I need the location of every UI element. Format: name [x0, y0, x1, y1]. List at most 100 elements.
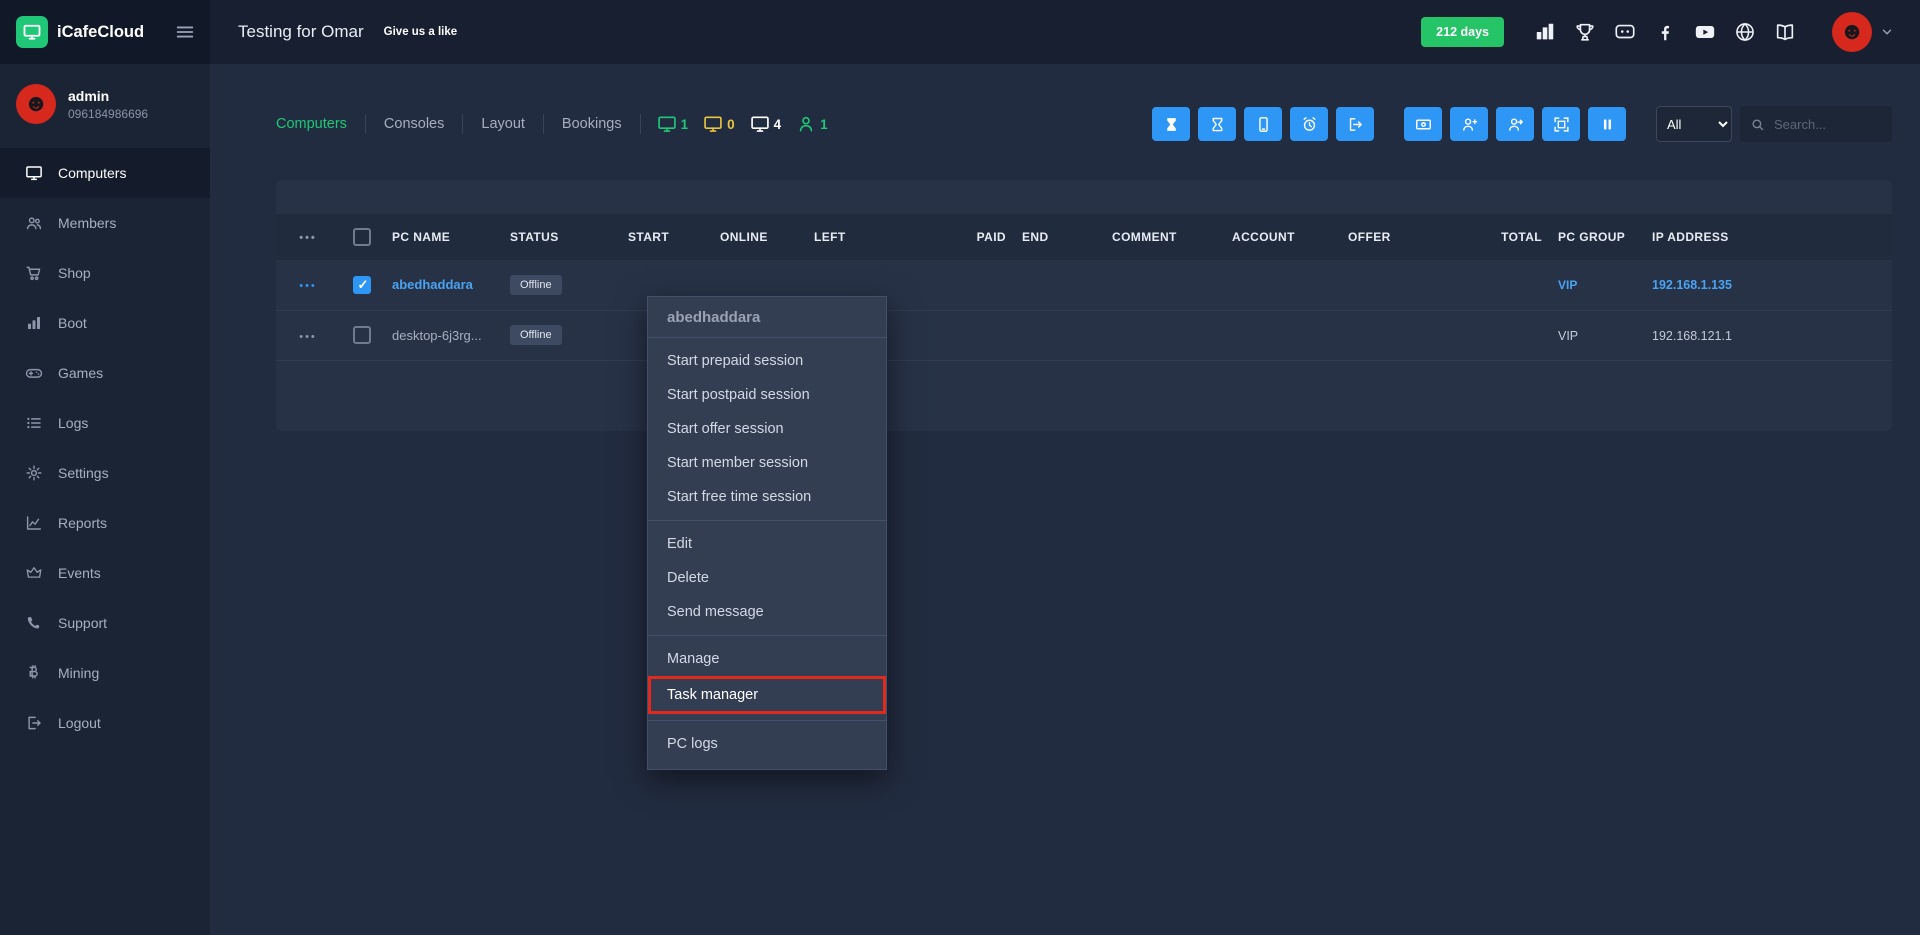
sidebar-item-events[interactable]: Events: [0, 548, 210, 598]
phone-icon: [25, 614, 43, 632]
tab-consoles[interactable]: Consoles: [366, 114, 463, 134]
bars-icon: [25, 314, 43, 332]
topbar: iCafeCloud Testing for Omar Give us a li…: [0, 0, 1920, 64]
select-all-checkbox[interactable]: [353, 228, 371, 246]
menu-item-start-free-time-session[interactable]: Start free time session: [648, 480, 886, 514]
menu-item-send-message[interactable]: Send message: [648, 595, 886, 629]
hamburger-menu-icon[interactable]: [174, 21, 196, 43]
menu-item-edit[interactable]: Edit: [648, 527, 886, 561]
menu-item-delete[interactable]: Delete: [648, 561, 886, 595]
menu-item-start-prepaid-session[interactable]: Start prepaid session: [648, 344, 886, 378]
status-badge: Offline: [510, 275, 562, 295]
sidebar-item-shop[interactable]: Shop: [0, 248, 210, 298]
tab-computers[interactable]: Computers: [258, 114, 366, 134]
pc-name-link[interactable]: abedhaddara: [392, 277, 473, 292]
crown-icon: [25, 564, 43, 582]
sidebar-item-label: Logs: [58, 415, 88, 431]
topbar-right: 212 days ☻: [1421, 12, 1920, 52]
menu-item-start-postpaid-session[interactable]: Start postpaid session: [648, 378, 886, 412]
cell-account: [1224, 310, 1340, 360]
cell-offer: [1340, 260, 1436, 310]
sidebar-profile[interactable]: ☻ admin 096184986696: [0, 64, 210, 148]
menu-item-pc-logs[interactable]: PC logs: [648, 727, 886, 761]
tab-bookings[interactable]: Bookings: [544, 114, 641, 134]
logout-icon: [25, 714, 43, 732]
user-icon: [796, 114, 816, 134]
row-checkbox[interactable]: [353, 326, 371, 344]
menu-item-start-member-session[interactable]: Start member session: [648, 446, 886, 480]
sidebar-item-reports[interactable]: Reports: [0, 498, 210, 548]
sidebar-item-support[interactable]: Support: [0, 598, 210, 648]
search-box: [1740, 106, 1892, 142]
col-end: END: [1014, 214, 1104, 260]
cell-paid: [954, 260, 1014, 310]
search-input[interactable]: [1772, 116, 1884, 133]
header-actions-dots-icon[interactable]: •••: [299, 232, 317, 244]
add-user-button[interactable]: [1450, 107, 1488, 141]
hourglass-filled-button[interactable]: [1152, 107, 1190, 141]
sidebar-item-computers[interactable]: Computers: [0, 148, 210, 198]
transfer-user-icon: [1507, 116, 1524, 133]
filter-select[interactable]: All: [1656, 106, 1732, 142]
trophy-icon[interactable]: [1574, 21, 1596, 43]
cell-end: [1014, 260, 1104, 310]
col-pc-group: PC GROUP: [1550, 214, 1644, 260]
user-avatar[interactable]: ☻: [1832, 12, 1872, 52]
sidebar-item-label: Reports: [58, 515, 107, 531]
globe-icon[interactable]: [1734, 21, 1756, 43]
ranking-icon[interactable]: [1534, 21, 1556, 43]
row-actions-dots-icon[interactable]: •••: [299, 331, 317, 343]
sign-out-button[interactable]: [1336, 107, 1374, 141]
brand-name: iCafeCloud: [57, 23, 144, 42]
days-remaining-badge[interactable]: 212 days: [1421, 17, 1504, 47]
discord-icon[interactable]: [1614, 21, 1636, 43]
menu-item-start-offer-session[interactable]: Start offer session: [648, 412, 886, 446]
pc-name-link[interactable]: desktop-6j3rg...: [392, 328, 482, 343]
sidebar-item-mining[interactable]: Mining: [0, 648, 210, 698]
profile-id: 096184986696: [68, 107, 148, 121]
col-left: LEFT: [806, 214, 954, 260]
pc-group-value: VIP: [1558, 278, 1577, 292]
sidebar-item-label: Events: [58, 565, 101, 581]
mobile-button[interactable]: [1244, 107, 1282, 141]
col-start: START: [620, 214, 712, 260]
guide-icon[interactable]: [1774, 21, 1796, 43]
tab-layout[interactable]: Layout: [463, 114, 544, 134]
scan-button[interactable]: [1542, 107, 1580, 141]
sidebar-item-games[interactable]: Games: [0, 348, 210, 398]
controls-row: Computers Consoles Layout Bookings 1 0 4…: [258, 104, 1892, 144]
main-content: Computers Consoles Layout Bookings 1 0 4…: [210, 64, 1920, 935]
menu-item-manage[interactable]: Manage: [648, 642, 886, 676]
hourglass-outline-button[interactable]: [1198, 107, 1236, 141]
cell-comment: [1104, 260, 1224, 310]
give-us-a-like-link[interactable]: Give us a like: [384, 26, 458, 38]
toolbar: All: [1152, 106, 1892, 142]
sidebar-item-boot[interactable]: Boot: [0, 298, 210, 348]
chevron-down-icon[interactable]: [1880, 25, 1894, 39]
status-counters: 1 0 4 1: [657, 114, 828, 134]
sidebar-item-logs[interactable]: Logs: [0, 398, 210, 448]
row-checkbox[interactable]: [353, 276, 371, 294]
menu-divider: [648, 635, 886, 636]
add-user-icon: [1461, 116, 1478, 133]
table-row: ••• abedhaddara Offline VIP 192.168.1.13…: [276, 260, 1892, 310]
sidebar-item-logout[interactable]: Logout: [0, 698, 210, 748]
col-online: ONLINE: [712, 214, 806, 260]
youtube-icon[interactable]: [1694, 21, 1716, 43]
ip-address-value: 192.168.121.1: [1652, 329, 1732, 343]
sidebar-item-settings[interactable]: Settings: [0, 448, 210, 498]
sidebar-item-members[interactable]: Members: [0, 198, 210, 248]
row-actions-dots-icon[interactable]: •••: [299, 280, 317, 292]
mobile-icon: [1255, 116, 1272, 133]
facebook-icon[interactable]: [1654, 21, 1676, 43]
alarm-clock-button[interactable]: [1290, 107, 1328, 141]
computers-table: ••• PC NAME STATUS START ONLINE LEFT PAI…: [276, 214, 1892, 361]
pcs-active-counter: 1: [657, 114, 689, 134]
cash-button[interactable]: [1404, 107, 1442, 141]
pause-button[interactable]: [1588, 107, 1626, 141]
monitor-icon: [657, 114, 677, 134]
cafe-title: Testing for Omar: [238, 22, 364, 42]
transfer-user-button[interactable]: [1496, 107, 1534, 141]
chart-icon: [25, 514, 43, 532]
menu-item-task-manager[interactable]: Task manager: [648, 676, 886, 714]
